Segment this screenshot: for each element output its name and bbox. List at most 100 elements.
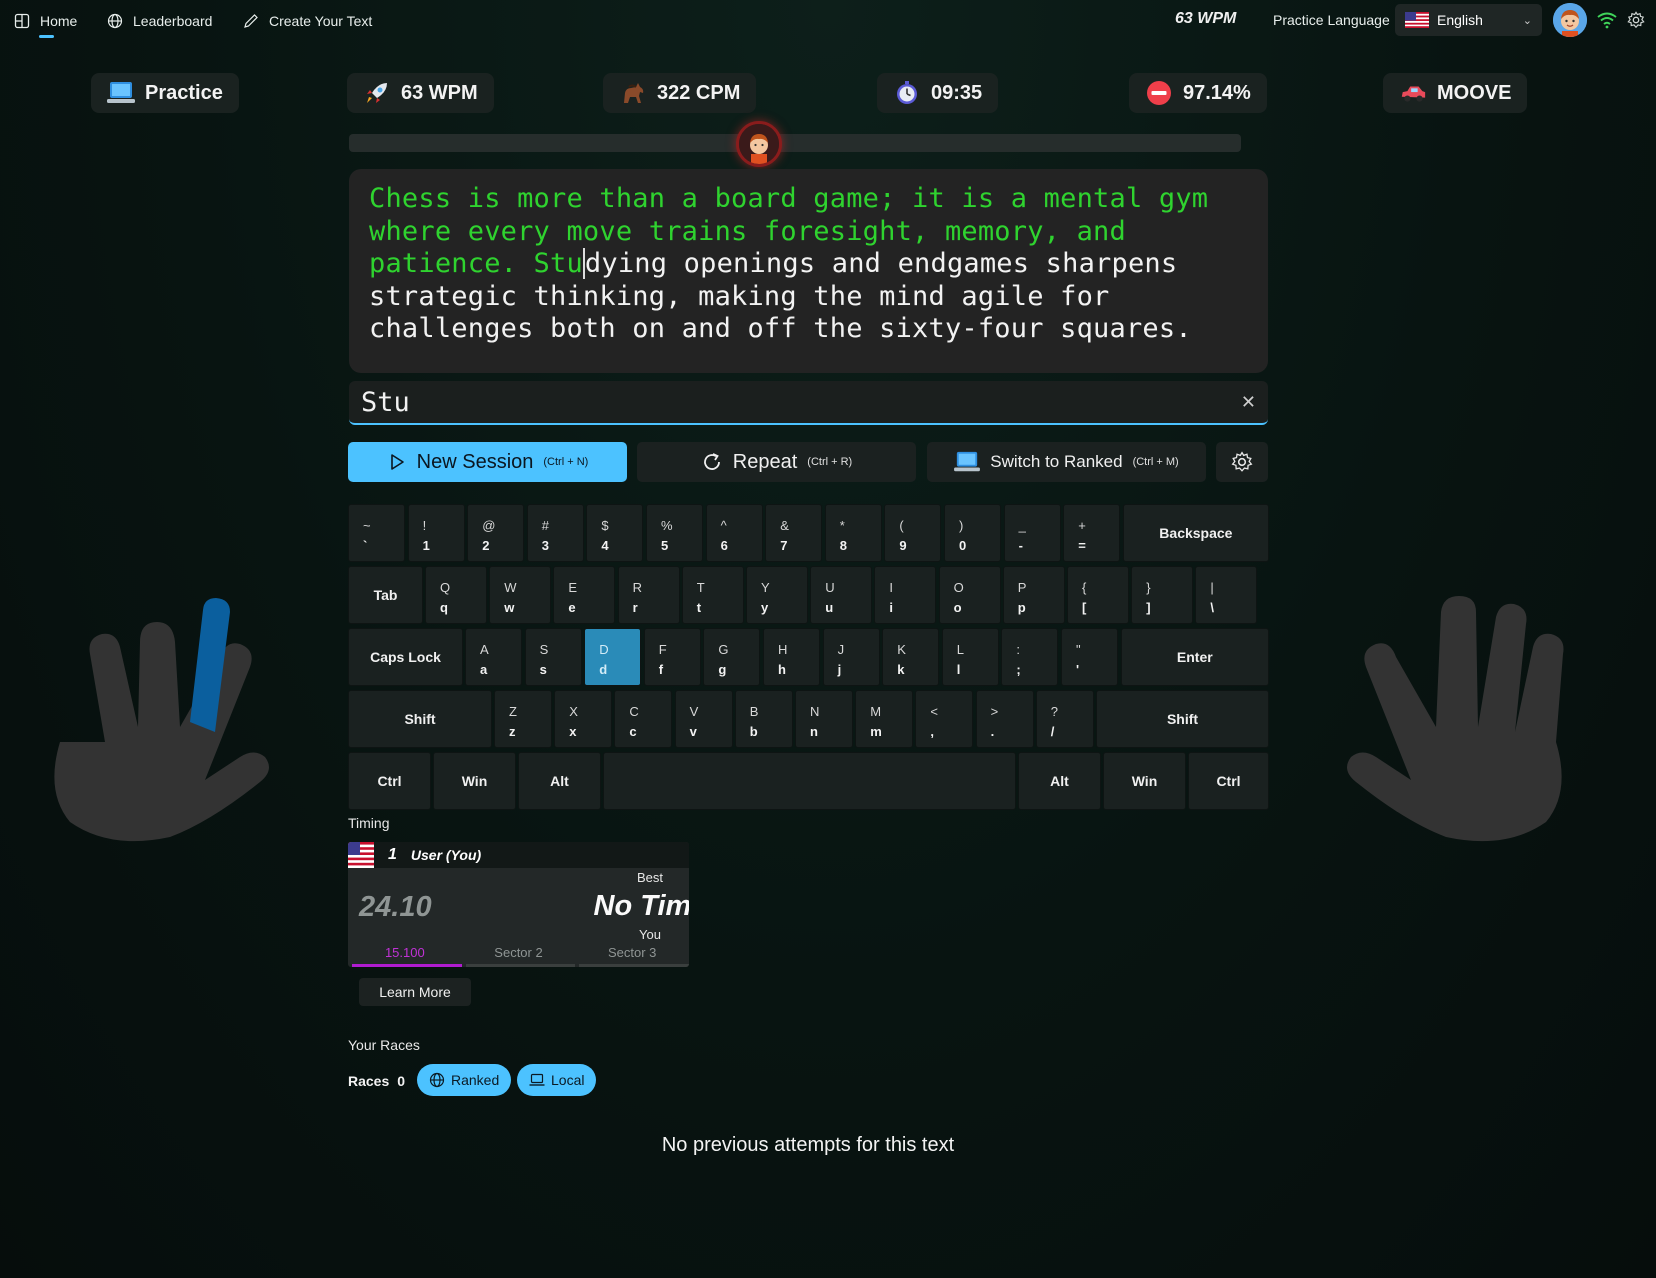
refresh-icon bbox=[703, 453, 720, 470]
key-a[interactable]: Aa bbox=[465, 628, 522, 686]
key-k[interactable]: Kk bbox=[882, 628, 940, 686]
key-win-left[interactable]: Win bbox=[433, 752, 516, 810]
language-select[interactable]: English ⌄ bbox=[1395, 4, 1542, 36]
key-enter[interactable]: Enter bbox=[1120, 628, 1269, 686]
key-9[interactable]: (9 bbox=[884, 504, 942, 562]
vehicle-badge: MOOVE bbox=[1383, 73, 1528, 113]
stopwatch-icon bbox=[893, 79, 921, 107]
key-6[interactable]: ^ 6 bbox=[705, 504, 763, 562]
key-ctrl-right[interactable]: Ctrl bbox=[1188, 752, 1269, 810]
timing-rank: 1 bbox=[388, 846, 397, 863]
key-9-bottom[interactable]: ? / bbox=[1035, 690, 1094, 748]
key-s[interactable]: Ss bbox=[524, 628, 582, 686]
key-4[interactable]: $4 bbox=[586, 504, 644, 562]
key-f[interactable]: Ff bbox=[643, 628, 701, 686]
key-shift-label: _ bbox=[1018, 518, 1026, 533]
key-1[interactable]: ! 1 bbox=[407, 504, 465, 562]
key-h[interactable]: Hh bbox=[763, 628, 820, 686]
key-p[interactable]: Pp bbox=[1002, 566, 1065, 624]
key-o[interactable]: Oo bbox=[938, 566, 1001, 624]
key-0-bottom[interactable]: Zz bbox=[494, 690, 552, 748]
gear-icon[interactable] bbox=[1627, 11, 1645, 29]
nav-leaderboard[interactable]: Leaderboard bbox=[107, 10, 212, 32]
settings-button[interactable] bbox=[1216, 442, 1268, 482]
key-1-bottom[interactable]: Xx bbox=[554, 690, 613, 748]
key-8[interactable]: * 8 bbox=[824, 504, 882, 562]
key-[[interactable]: {[ bbox=[1067, 566, 1129, 624]
key-base-label: 4 bbox=[601, 538, 609, 553]
local-filter-button[interactable]: Local bbox=[517, 1064, 597, 1096]
key-12[interactable]: + = bbox=[1063, 504, 1121, 562]
typing-input[interactable] bbox=[361, 386, 1241, 418]
ranked-filter-button[interactable]: Ranked bbox=[417, 1064, 512, 1096]
repeat-button[interactable]: Repeat (Ctrl + R) bbox=[637, 442, 916, 482]
key-shift-label: Q bbox=[440, 580, 451, 595]
key-shift-label: ! bbox=[422, 518, 427, 533]
key-base-label: , bbox=[930, 724, 935, 739]
key-3[interactable]: #3 bbox=[526, 504, 584, 562]
key-shift-left[interactable]: Shift bbox=[348, 690, 492, 748]
key-shift-label: < bbox=[930, 704, 938, 719]
key-10[interactable]: ) 0 bbox=[944, 504, 1001, 562]
key-shift-label: ^ bbox=[720, 518, 727, 533]
key-w[interactable]: Ww bbox=[489, 566, 552, 624]
key-win-right[interactable]: Win bbox=[1103, 752, 1186, 810]
key-shift-label: U bbox=[825, 580, 835, 595]
key-j[interactable]: Jj bbox=[822, 628, 880, 686]
key-6-bottom[interactable]: Mm bbox=[855, 690, 914, 748]
key-8-bottom[interactable]: >. bbox=[975, 690, 1034, 748]
your-races-heading: Your Races bbox=[348, 1037, 420, 1053]
empty-races-message: No previous attempts for this text bbox=[661, 1134, 955, 1156]
wifi-icon bbox=[1597, 12, 1617, 29]
key-g[interactable]: Gg bbox=[703, 628, 761, 686]
key-i[interactable]: Ii bbox=[874, 566, 937, 624]
key-7-bottom[interactable]: <, bbox=[915, 690, 974, 748]
close-icon[interactable]: ✕ bbox=[1241, 392, 1256, 413]
key-shift-label: R bbox=[632, 580, 642, 595]
key-;[interactable]: :; bbox=[1001, 628, 1059, 686]
key-tab[interactable]: Tab bbox=[348, 566, 423, 624]
key-base-label: j bbox=[837, 662, 842, 677]
key-2-bottom[interactable]: Cc bbox=[614, 690, 673, 748]
key-7[interactable]: & 7 bbox=[765, 504, 823, 562]
key-ctrl-left[interactable]: Ctrl bbox=[348, 752, 431, 810]
key-shift-label: > bbox=[990, 704, 999, 719]
key-e[interactable]: Ee bbox=[553, 566, 616, 624]
key-11[interactable]: _ - bbox=[1003, 504, 1061, 562]
user-avatar[interactable] bbox=[1553, 3, 1587, 37]
key-alt-left[interactable]: Alt bbox=[518, 752, 601, 810]
key-caps-lock[interactable]: Caps Lock bbox=[348, 628, 463, 686]
key-'[interactable]: " ' bbox=[1061, 628, 1118, 686]
key-alt-right[interactable]: Alt bbox=[1018, 752, 1101, 810]
key-t[interactable]: Tt bbox=[681, 566, 744, 624]
sector-3-label: Sector 3 bbox=[607, 945, 657, 960]
key-l[interactable]: Ll bbox=[941, 628, 999, 686]
key-shift-label: Z bbox=[509, 704, 517, 719]
key-space[interactable] bbox=[603, 752, 1016, 810]
key-5-bottom[interactable]: Nn bbox=[795, 690, 853, 748]
typing-input-container[interactable]: ✕ bbox=[349, 381, 1268, 425]
key-u[interactable]: Uu bbox=[810, 566, 873, 624]
switch-ranked-button[interactable]: Switch to Ranked (Ctrl + M) bbox=[927, 442, 1206, 482]
timing-best-value: No Time bbox=[593, 890, 689, 922]
key-\[interactable]: | \ bbox=[1195, 566, 1258, 624]
key-5[interactable]: % 5 bbox=[646, 504, 703, 562]
key-3-bottom[interactable]: Vv bbox=[674, 690, 733, 748]
key-2[interactable]: @2 bbox=[467, 504, 525, 562]
key-backspace[interactable]: Backspace bbox=[1122, 504, 1269, 562]
key-][interactable]: }] bbox=[1131, 566, 1194, 624]
cpm-stat: 322 CPM bbox=[603, 73, 757, 113]
new-session-button[interactable]: New Session (Ctrl + N) bbox=[348, 442, 627, 482]
nav-create-text[interactable]: Create Your Text bbox=[243, 10, 372, 32]
nav-home[interactable]: Home bbox=[14, 10, 77, 32]
learn-more-button[interactable]: Learn More bbox=[359, 978, 471, 1006]
key-q[interactable]: Qq bbox=[425, 566, 487, 624]
key-shift-label: V bbox=[689, 704, 699, 719]
timing-user: User (You) bbox=[410, 847, 482, 863]
key-0[interactable]: ~ ` bbox=[348, 504, 405, 562]
key-r[interactable]: Rr bbox=[617, 566, 680, 624]
key-4-bottom[interactable]: Bb bbox=[734, 690, 793, 748]
key-y[interactable]: Yy bbox=[746, 566, 808, 624]
key-shift-right[interactable]: Shift bbox=[1096, 690, 1269, 748]
key-d[interactable]: Dd bbox=[584, 628, 642, 686]
